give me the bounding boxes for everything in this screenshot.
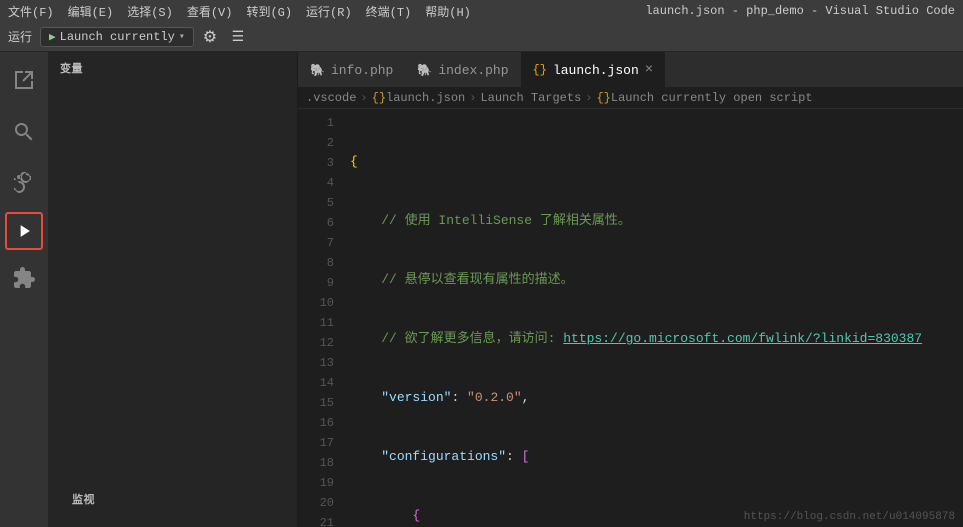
menu-select[interactable]: 选择(S) <box>127 3 173 20</box>
code-editor[interactable]: 12345 678910 1112131415 1617181920 21222… <box>298 109 963 527</box>
activity-bar <box>0 52 48 527</box>
tab-label-index: index.php <box>438 63 508 78</box>
menu-bar[interactable]: 文件(F) 编辑(E) 选择(S) 查看(V) 转到(G) 运行(R) 终端(T… <box>8 3 471 20</box>
breadcrumb-sep1: › <box>360 91 367 105</box>
run-label: 运行 <box>8 28 32 45</box>
launch-button[interactable]: ▶ Launch currently ▾ <box>40 27 194 47</box>
main-layout: 变量 监视 🐘 info.php 🐘 index.php {} launch.j… <box>0 52 963 527</box>
menu-file[interactable]: 文件(F) <box>8 3 54 20</box>
watch-header: 监视 <box>60 483 285 511</box>
variables-header: 变量 <box>48 52 297 80</box>
breadcrumb-sep2: › <box>469 91 476 105</box>
window-title: launch.json - php_demo - Visual Studio C… <box>645 4 955 18</box>
menu-help[interactable]: 帮助(H) <box>425 3 471 20</box>
tab-launch-json[interactable]: {} launch.json × <box>521 52 666 87</box>
sidebar: 变量 监视 <box>48 52 298 527</box>
menu-terminal[interactable]: 终端(T) <box>366 3 412 20</box>
menu-run[interactable]: 运行(R) <box>306 3 352 20</box>
breadcrumb-icon2: {} <box>596 91 610 105</box>
launch-label: Launch currently <box>60 30 175 44</box>
tab-info-php[interactable]: 🐘 info.php <box>298 52 405 87</box>
menu-goto[interactable]: 转到(G) <box>246 3 292 20</box>
watermark: https://blog.csdn.net/u014095878 <box>744 511 955 523</box>
activity-extensions[interactable] <box>0 254 48 302</box>
tab-index-php[interactable]: 🐘 index.php <box>405 52 520 87</box>
php-icon: 🐘 <box>310 63 325 78</box>
activity-explorer[interactable] <box>0 56 48 104</box>
gear-button[interactable]: ⚙ <box>198 25 222 49</box>
line-numbers: 12345 678910 1112131415 1617181920 21222… <box>298 109 346 527</box>
tab-label-info: info.php <box>331 63 393 78</box>
chevron-down-icon: ▾ <box>179 31 185 43</box>
titlebar-left: 文件(F) 编辑(E) 选择(S) 查看(V) 转到(G) 运行(R) 终端(T… <box>8 3 471 20</box>
breadcrumb-script: Launch currently open script <box>611 91 813 105</box>
tab-label-launch: launch.json <box>553 63 639 78</box>
menu-edit[interactable]: 编辑(E) <box>68 3 114 20</box>
code-content: { // 使用 IntelliSense 了解相关属性。 // 悬停以查看现有属… <box>346 109 963 527</box>
editor-area: 🐘 info.php 🐘 index.php {} launch.json × … <box>298 52 963 527</box>
breadcrumb-targets: Launch Targets <box>480 91 581 105</box>
php-icon-2: 🐘 <box>417 63 432 78</box>
debug-format-button[interactable]: ☰ <box>226 25 250 49</box>
activity-search[interactable] <box>0 108 48 156</box>
breadcrumb-icon1: {} <box>372 91 386 105</box>
debug-toolbar: 运行 ▶ Launch currently ▾ ⚙ ☰ <box>0 22 963 52</box>
play-icon: ▶ <box>49 30 56 44</box>
breadcrumb: .vscode › {} launch.json › Launch Target… <box>298 87 963 109</box>
tab-bar: 🐘 info.php 🐘 index.php {} launch.json × <box>298 52 963 87</box>
breadcrumb-sep3: › <box>585 91 592 105</box>
activity-run-debug[interactable] <box>5 212 43 250</box>
tab-close-button[interactable]: × <box>645 62 653 78</box>
titlebar: 文件(F) 编辑(E) 选择(S) 查看(V) 转到(G) 运行(R) 终端(T… <box>0 0 963 22</box>
menu-view[interactable]: 查看(V) <box>187 3 233 20</box>
breadcrumb-launch: launch.json <box>386 91 465 105</box>
json-icon: {} <box>533 63 547 77</box>
breadcrumb-vscode: .vscode <box>306 91 356 105</box>
activity-source-control[interactable] <box>0 160 48 208</box>
